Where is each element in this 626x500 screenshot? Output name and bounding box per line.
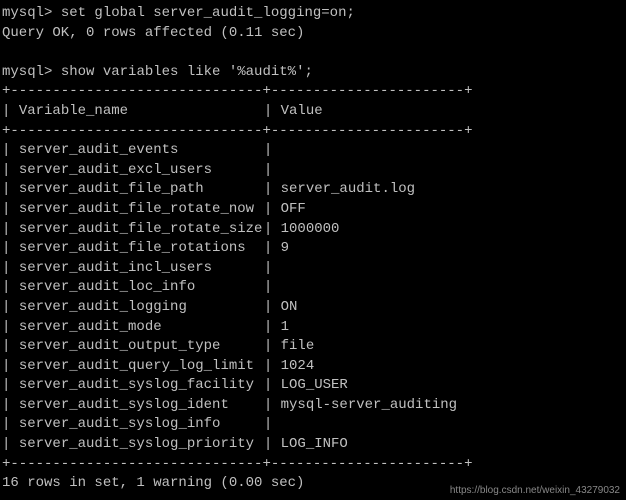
- var-value: LOG_USER: [281, 376, 348, 396]
- var-value: file: [281, 337, 315, 357]
- var-value: 9: [281, 239, 289, 259]
- command-line-1: mysql> set global server_audit_logging=o…: [2, 4, 626, 24]
- table-row: | server_audit_syslog_info|: [2, 415, 626, 435]
- prompt: mysql>: [2, 5, 52, 21]
- table-row: | server_audit_file_rotations| 9: [2, 239, 626, 259]
- var-name: server_audit_file_path: [19, 180, 264, 200]
- table-border-top: +------------------------------+--------…: [2, 82, 626, 102]
- table-row: | server_audit_syslog_facility| LOG_USER: [2, 376, 626, 396]
- table-row: | server_audit_logging| ON: [2, 298, 626, 318]
- prompt: mysql>: [2, 64, 52, 80]
- var-name: server_audit_incl_users: [19, 259, 264, 279]
- var-name: server_audit_loc_info: [19, 278, 264, 298]
- table-header-row: | Variable_name| Value: [2, 102, 626, 122]
- header-col2: Value: [281, 102, 323, 122]
- command-text: show variables like '%audit%';: [61, 64, 313, 80]
- var-name: server_audit_syslog_ident: [19, 396, 264, 416]
- command-text: set global server_audit_logging=on;: [61, 5, 355, 21]
- var-name: server_audit_logging: [19, 298, 264, 318]
- command-line-2: mysql> show variables like '%audit%';: [2, 63, 626, 83]
- var-value: LOG_INFO: [281, 435, 348, 455]
- var-name: server_audit_syslog_info: [19, 415, 264, 435]
- var-name: server_audit_file_rotate_now: [19, 200, 264, 220]
- var-name: server_audit_excl_users: [19, 161, 264, 181]
- table-row: | server_audit_query_log_limit| 1024: [2, 357, 626, 377]
- table-row: | server_audit_file_path| server_audit.l…: [2, 180, 626, 200]
- var-value: 1: [281, 318, 289, 338]
- table-row: | server_audit_syslog_priority| LOG_INFO: [2, 435, 626, 455]
- var-value: 1024: [281, 357, 315, 377]
- var-value: server_audit.log: [281, 180, 415, 200]
- result-line-1: Query OK, 0 rows affected (0.11 sec): [2, 24, 626, 44]
- var-name: server_audit_file_rotate_size: [19, 220, 264, 240]
- table-row: | server_audit_mode| 1: [2, 318, 626, 338]
- table-border-mid: +------------------------------+--------…: [2, 122, 626, 142]
- table-row: | server_audit_events|: [2, 141, 626, 161]
- table-row: | server_audit_output_type| file: [2, 337, 626, 357]
- var-name: server_audit_file_rotations: [19, 239, 264, 259]
- blank-line: [2, 43, 626, 63]
- var-value: ON: [281, 298, 298, 318]
- header-col1: Variable_name: [19, 102, 264, 122]
- var-name: server_audit_output_type: [19, 337, 264, 357]
- var-name: server_audit_events: [19, 141, 264, 161]
- var-name: server_audit_syslog_facility: [19, 376, 264, 396]
- table-row: | server_audit_file_rotate_size| 1000000: [2, 220, 626, 240]
- table-row: | server_audit_syslog_ident| mysql-serve…: [2, 396, 626, 416]
- var-name: server_audit_mode: [19, 318, 264, 338]
- var-value: 1000000: [281, 220, 340, 240]
- watermark: https://blog.csdn.net/weixin_43279032: [450, 484, 620, 498]
- table-row: | server_audit_excl_users|: [2, 161, 626, 181]
- table-row: | server_audit_incl_users|: [2, 259, 626, 279]
- table-border-bottom: +------------------------------+--------…: [2, 455, 626, 475]
- var-name: server_audit_syslog_priority: [19, 435, 264, 455]
- table-row: | server_audit_loc_info|: [2, 278, 626, 298]
- var-value: OFF: [281, 200, 306, 220]
- table-row: | server_audit_file_rotate_now| OFF: [2, 200, 626, 220]
- var-name: server_audit_query_log_limit: [19, 357, 264, 377]
- var-value: mysql-server_auditing: [281, 396, 457, 416]
